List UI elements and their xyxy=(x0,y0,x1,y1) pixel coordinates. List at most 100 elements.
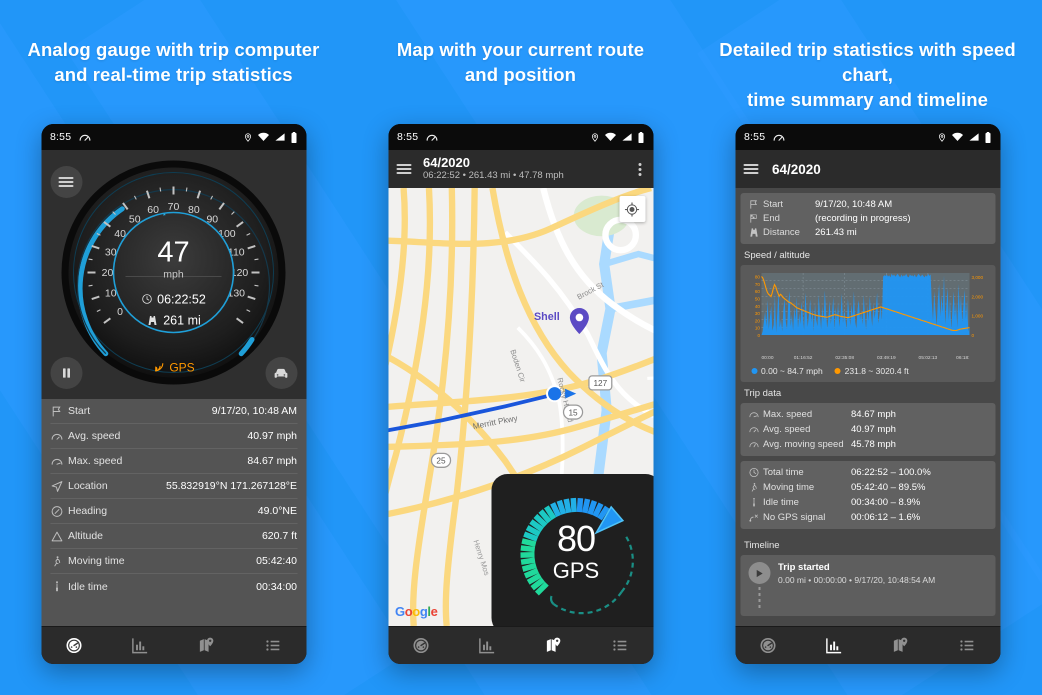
compass-icon xyxy=(51,505,62,517)
wifi-icon xyxy=(951,132,963,141)
svg-text:30: 30 xyxy=(754,311,760,316)
stat-row[interactable]: Moving time 05:42:40 xyxy=(50,549,297,574)
bottom-navigation-1 xyxy=(41,626,306,664)
play-icon[interactable] xyxy=(748,562,770,584)
signal-icon xyxy=(968,133,979,141)
menu-icon[interactable] xyxy=(396,162,411,176)
nav-map-icon[interactable] xyxy=(197,636,216,655)
data-row-value: (recording in progress) xyxy=(815,213,911,224)
walking-icon xyxy=(751,483,757,492)
speed-altitude-chart-card[interactable]: 0 10 20 30 40 50 60 70 80 0 1,000 2,000 3,000 00:00… xyxy=(740,265,995,382)
flag-end-icon xyxy=(749,214,757,223)
location-pin-icon xyxy=(938,132,945,142)
stat-row[interactable]: Altitude 620.7 ft xyxy=(50,524,297,549)
location-pin-icon xyxy=(244,132,251,142)
stat-row[interactable]: Location 55.832919°N 171.267128°E xyxy=(50,474,297,499)
timeline-event-title: Trip started xyxy=(778,562,830,573)
status-bar-icons-2 xyxy=(590,131,644,143)
data-row-value: 06:22:52 – 100.0% xyxy=(851,467,931,478)
wifi-icon xyxy=(604,132,616,141)
timeline-card[interactable]: Trip started 0.00 mi • 00:00:00 • 9/17/2… xyxy=(740,555,995,616)
stat-row[interactable]: Max. speed 84.67 mph xyxy=(50,449,297,474)
nav-map-icon[interactable] xyxy=(544,636,563,655)
svg-text:01:16:52: 01:16:52 xyxy=(793,355,812,361)
stats-app-bar: 64/2020 xyxy=(735,150,1000,188)
legend-label: 0.00 ~ 84.7 mph xyxy=(761,366,823,376)
nav-dashboard-icon[interactable] xyxy=(412,636,431,655)
status-bar: 8:55 xyxy=(41,124,306,150)
location-pin-icon xyxy=(591,132,598,142)
gauge-avg-icon xyxy=(748,427,759,433)
timeline-event-subtitle: 0.00 mi • 00:00:00 • 9/17/20, 10:48:54 A… xyxy=(778,575,936,585)
nav-list-icon[interactable] xyxy=(610,636,629,655)
nav-list-icon[interactable] xyxy=(957,636,976,655)
speed-altitude-chart: 0 10 20 30 40 50 60 70 80 0 1,000 2,000 3,000 xyxy=(745,270,990,352)
nav-statistics-icon[interactable] xyxy=(825,636,844,655)
legend-entry: 0.00 ~ 84.7 mph xyxy=(751,366,823,376)
stat-value: 55.832919°N 171.267128°E xyxy=(165,480,297,492)
phone-screenshot-3: 8:55 64/2020 Start 9/17/20, 10:48 AM End… xyxy=(735,124,1000,664)
stat-row[interactable]: Start 9/17/20, 10:48 AM xyxy=(50,399,297,424)
stat-value: 40.97 mph xyxy=(247,430,297,442)
svg-text:70: 70 xyxy=(168,201,180,213)
speed-overlay-widget[interactable]: 80 GPS xyxy=(491,474,653,626)
headline-3-line1: Detailed trip statistics with speed char… xyxy=(719,39,1016,85)
panel-gauge: Analog gauge with trip computer and real… xyxy=(0,0,347,695)
stat-label: Max. speed xyxy=(68,455,123,467)
nav-list-icon[interactable] xyxy=(263,636,282,655)
menu-icon[interactable] xyxy=(743,162,758,176)
bottom-navigation-3 xyxy=(735,626,1000,664)
data-row: Avg. speed 40.97 mph xyxy=(748,424,987,435)
svg-text:02:35:08: 02:35:08 xyxy=(835,355,854,361)
widget-speed-value: 80 xyxy=(556,518,596,559)
nav-map-icon[interactable] xyxy=(891,636,910,655)
data-row-label: Avg. moving speed xyxy=(763,439,844,450)
stat-value: 00:34:00 xyxy=(256,580,297,593)
navigation-icon xyxy=(51,480,62,492)
data-row: Idle time 00:34:00 – 8.9% xyxy=(748,497,987,508)
headline-2: Map with your current route and position xyxy=(347,0,694,88)
data-row-value: 261.43 mi xyxy=(815,227,857,238)
nav-dashboard-icon[interactable] xyxy=(759,636,778,655)
status-bar-time: 8:55 xyxy=(50,131,72,143)
stat-row[interactable]: Avg. speed 40.97 mph xyxy=(50,424,297,449)
svg-text:70: 70 xyxy=(754,282,760,287)
svg-text:50: 50 xyxy=(754,297,760,302)
data-row-label: Start xyxy=(763,199,784,210)
svg-text:00:00: 00:00 xyxy=(761,355,773,361)
headline-2-line2: and position xyxy=(464,63,577,85)
mountain-icon xyxy=(51,531,62,541)
stat-row[interactable]: Heading 49.0°NE xyxy=(50,499,297,524)
timeline-title: Timeline xyxy=(744,540,780,551)
headline-2-line1: Map with your current route xyxy=(396,39,645,60)
legend-dot xyxy=(751,368,757,374)
stat-row[interactable]: Idle time 00:34:00 xyxy=(50,574,297,599)
panel-map: Map with your current route and position… xyxy=(347,0,694,695)
walking-icon xyxy=(53,555,60,566)
data-row-label: Idle time xyxy=(763,497,799,508)
trip-data-title: Trip data xyxy=(744,388,782,399)
stat-label: Altitude xyxy=(68,530,104,542)
my-location-button[interactable] xyxy=(619,196,645,222)
gauge-icon xyxy=(425,131,438,144)
gauge-avg-icon xyxy=(51,433,62,440)
map-canvas[interactable]: Shell Brock St Boden Cir Rocky Hill Rd M… xyxy=(388,188,653,626)
data-row-label: No GPS signal xyxy=(763,512,826,523)
data-row-label: Avg. speed xyxy=(763,424,811,435)
speed-altitude-title: Speed / altitude xyxy=(744,250,811,261)
data-row-value: 40.97 mph xyxy=(851,424,896,435)
nav-statistics-icon[interactable] xyxy=(478,636,497,655)
nav-statistics-icon[interactable] xyxy=(131,636,150,655)
data-row: Distance 261.43 mi xyxy=(748,227,987,238)
nav-dashboard-icon[interactable] xyxy=(65,636,84,655)
gauge-max-icon xyxy=(51,458,62,465)
battery-icon xyxy=(985,131,990,143)
data-row-value: 84.67 mph xyxy=(851,409,896,420)
gauge-panel: 0 10 20 30 40 50 60 70 80 90 100 110 120 130 xyxy=(41,150,306,399)
data-row-value: 00:34:00 – 8.9% xyxy=(851,497,921,508)
kebab-icon[interactable] xyxy=(634,159,645,180)
signal-icon xyxy=(274,133,285,141)
analog-gauge[interactable]: 0 10 20 30 40 50 60 70 80 90 100 110 120 130 xyxy=(60,158,288,391)
stat-label: Idle time xyxy=(68,580,108,593)
headline-3-line2: time summary and timeline xyxy=(746,88,989,110)
